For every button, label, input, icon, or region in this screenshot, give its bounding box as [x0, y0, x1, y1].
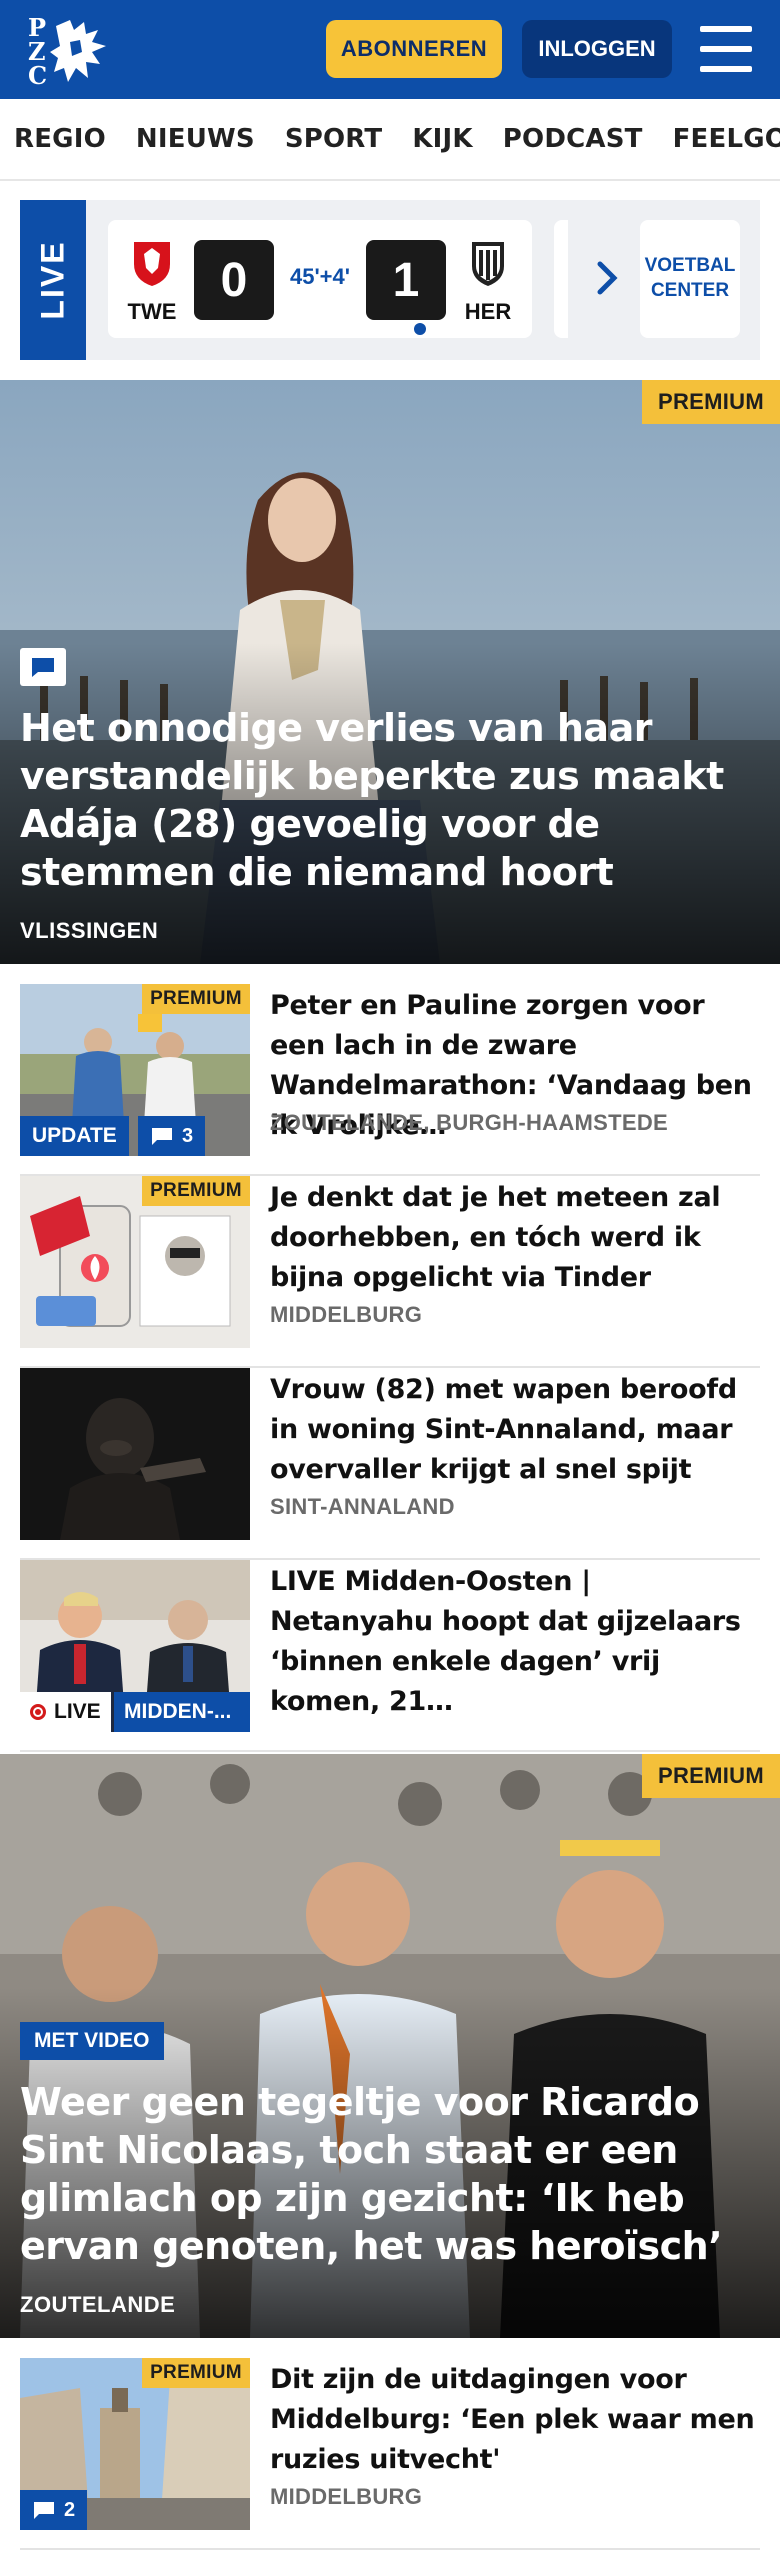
article-row[interactable]: PREMIUM Je denkt dat je het meteen zal d…: [20, 1176, 760, 1368]
article-location: MIDDELBURG: [270, 2484, 423, 2509]
match-card[interactable]: TWE 0 45'+4' 1 HER: [108, 220, 532, 338]
hero-location: VLISSINGEN: [20, 918, 159, 943]
comment-icon[interactable]: [20, 648, 66, 686]
pzc-logo[interactable]: P Z C: [26, 12, 112, 88]
premium-badge: PREMIUM: [642, 380, 780, 424]
svg-text:C: C: [28, 61, 47, 88]
article-title[interactable]: Je denkt dat je het meteen zal doorhebbe…: [270, 1178, 760, 1298]
update-tag: UPDATE: [20, 1116, 129, 1156]
article-thumbnail: PREMIUM 2: [20, 2358, 250, 2530]
voetbal-center-button[interactable]: VOETBAL CENTER: [640, 220, 740, 338]
thumbnail-dark-figure-photo: [20, 1368, 250, 1540]
article-row[interactable]: Vrouw (82) met wapen beroofd in woning S…: [20, 1368, 760, 1560]
live-scores-bar: LIVE TWE 0 45'+4' 1 HER VOETBAL CENTER: [20, 200, 760, 360]
home-score: 0: [194, 240, 274, 320]
hero-article-2[interactable]: PREMIUM MET VIDEO Weer geen tegeltje voo…: [0, 1754, 780, 2338]
hamburger-menu-icon[interactable]: [700, 26, 752, 72]
next-match-card-stub[interactable]: [554, 220, 568, 338]
comment-count-tag[interactable]: 3: [138, 1116, 206, 1156]
nav-item-kijk[interactable]: KIJK: [412, 124, 472, 154]
live-chip: LIVE: [20, 1692, 111, 1732]
home-team: TWE: [120, 238, 184, 325]
away-score: 1: [366, 240, 446, 320]
premium-badge: PREMIUM: [142, 2358, 250, 2388]
comment-count: 3: [182, 1124, 194, 1147]
nav-item-regio[interactable]: REGIO: [14, 124, 106, 154]
subscribe-button[interactable]: ABONNEREN: [326, 20, 502, 78]
hero-article-1[interactable]: PREMIUM Het onnodige verlies van haar ve…: [0, 380, 780, 964]
nav-item-nieuws[interactable]: NIEUWS: [136, 124, 255, 154]
away-team: HER: [456, 238, 520, 325]
section-nav: REGIO NIEUWS SPORT KIJK PODCAST FEELGOOD: [0, 99, 780, 181]
login-button[interactable]: INLOGGEN: [522, 20, 672, 78]
premium-badge: PREMIUM: [142, 984, 250, 1014]
hero-headline[interactable]: Het onnodige verlies van haar verstandel…: [20, 704, 760, 896]
chevron-right-icon[interactable]: [590, 258, 624, 298]
nav-item-sport[interactable]: SPORT: [285, 124, 382, 154]
heracles-crest-icon: [472, 242, 504, 286]
comment-icon: [152, 1128, 172, 1145]
comment-count: 2: [64, 2498, 76, 2521]
hero-location: ZOUTELANDE: [20, 2292, 176, 2317]
article-location: ZOUTELANDE, BURGH-HAAMSTEDE: [270, 1110, 668, 1135]
site-header: P Z C ABONNEREN INLOGGEN: [0, 0, 780, 99]
home-team-code: TWE: [127, 299, 177, 324]
twente-crest-icon: [134, 242, 170, 286]
live-indicator-icon: [30, 1704, 46, 1720]
away-team-code: HER: [464, 299, 512, 324]
video-tag: MET VIDEO: [20, 2022, 164, 2060]
article-location: MIDDELBURG: [270, 1302, 423, 1327]
article-thumbnail: LIVE MIDDEN-...: [20, 1560, 250, 1732]
article-thumbnail: PREMIUM: [20, 1176, 250, 1348]
article-title[interactable]: Dit zijn de uitdagingen voor Middelburg:…: [270, 2360, 760, 2480]
article-location: SINT-ANNALAND: [270, 1494, 455, 1519]
comment-icon: [34, 2502, 54, 2519]
premium-badge: PREMIUM: [642, 1754, 780, 1798]
article-row[interactable]: LIVE MIDDEN-... LIVE Midden-Oosten | Net…: [20, 1560, 760, 1752]
live-chip-label: LIVE: [54, 1700, 101, 1723]
comment-count-tag[interactable]: 2: [20, 2490, 88, 2530]
article-title[interactable]: LIVE Midden-Oosten | Netanyahu hoopt dat…: [270, 1562, 760, 1722]
hero-headline[interactable]: Weer geen tegeltje voor Ricardo Sint Nic…: [20, 2078, 764, 2270]
article-row[interactable]: PREMIUM UPDATE 3 Peter en Pauline zorgen…: [20, 984, 760, 1176]
nav-item-feelgood[interactable]: FEELGOOD: [673, 124, 780, 154]
goal-indicator-dot: [414, 323, 426, 335]
match-time: 45'+4': [289, 264, 351, 289]
topic-tag[interactable]: MIDDEN-...: [114, 1692, 250, 1732]
nav-item-podcast[interactable]: PODCAST: [503, 124, 643, 154]
article-row[interactable]: PREMIUM 2 Dit zijn de uitdagingen voor M…: [20, 2358, 760, 2550]
live-label-tag: LIVE: [20, 200, 86, 360]
article-title[interactable]: Vrouw (82) met wapen beroofd in woning S…: [270, 1370, 760, 1490]
article-thumbnail: [20, 1368, 250, 1540]
article-thumbnail: PREMIUM UPDATE 3: [20, 984, 250, 1156]
premium-badge: PREMIUM: [142, 1176, 250, 1206]
